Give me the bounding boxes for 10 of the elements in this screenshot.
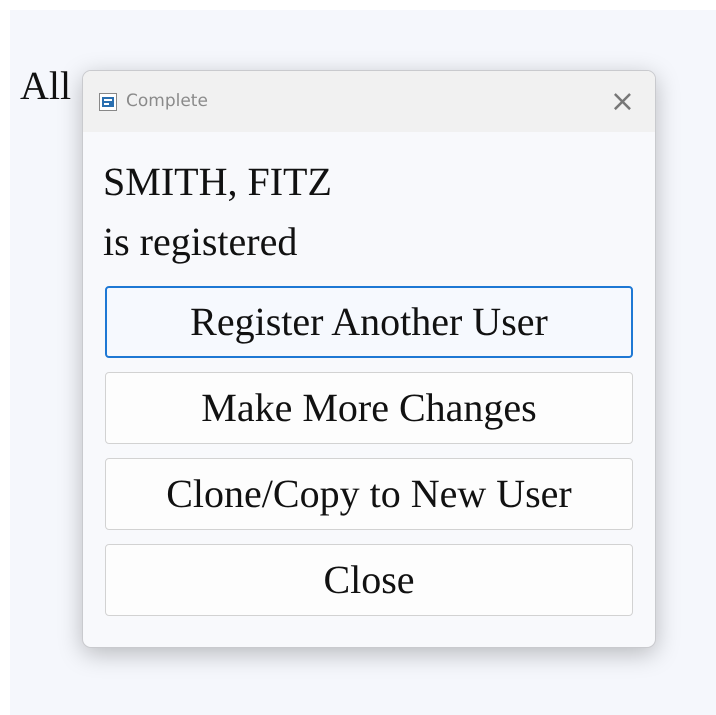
close-button[interactable]: × [604,86,641,116]
dialog-button[interactable]: Register Another User [105,286,633,358]
window-title: Complete [126,90,209,113]
dialog-button[interactable]: Make More Changes [105,372,633,444]
status-message: is registered [103,218,298,266]
dialog-button[interactable]: Clone/Copy to New User [105,458,633,530]
dialog-button[interactable]: Close [105,544,633,616]
label-text: All [19,62,72,106]
app-icon [99,92,117,110]
user-name: SMITH, FITZ [103,158,333,206]
